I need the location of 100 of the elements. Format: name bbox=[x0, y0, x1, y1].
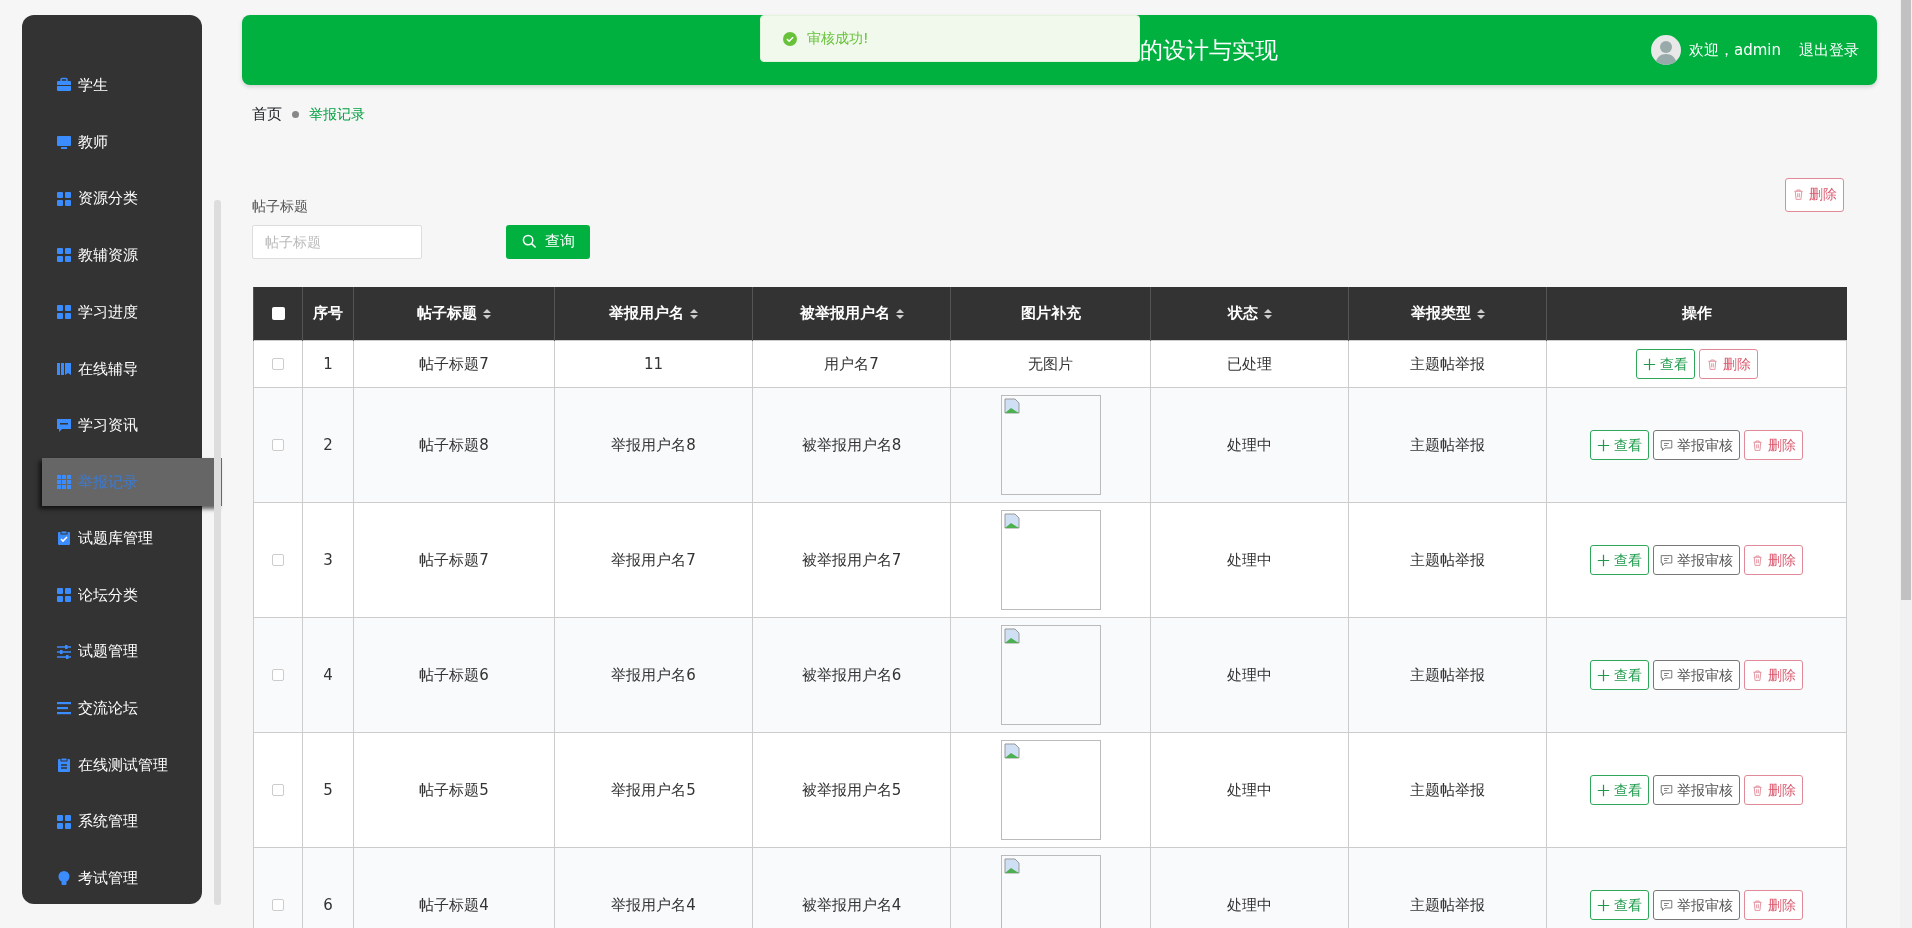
table-cell: 帖子标题4 bbox=[353, 847, 555, 928]
view-button[interactable]: 查看 bbox=[1590, 545, 1649, 575]
column-header[interactable]: 举报类型 bbox=[1348, 286, 1547, 341]
table-cell: 主题帖举报 bbox=[1348, 847, 1547, 928]
book-icon bbox=[56, 360, 72, 377]
table-cell: 帖子标题7 bbox=[353, 340, 555, 388]
table-cell: 举报用户名8 bbox=[554, 387, 753, 503]
review-button[interactable]: 举报审核 bbox=[1653, 545, 1740, 575]
table-cell: 主题帖举报 bbox=[1348, 732, 1547, 848]
column-header[interactable]: 举报用户名 bbox=[554, 286, 753, 341]
sidebar-item[interactable]: 在线辅导 bbox=[22, 340, 202, 398]
table-cell: 举报用户名4 bbox=[554, 847, 753, 928]
sidebar-item[interactable]: 学生 bbox=[22, 57, 202, 114]
review-button[interactable]: 举报审核 bbox=[1653, 890, 1740, 920]
column-header[interactable]: 状态 bbox=[1150, 286, 1349, 341]
sidebar-item[interactable]: 系统管理 bbox=[22, 793, 202, 850]
review-button[interactable]: 举报审核 bbox=[1653, 660, 1740, 690]
table-cell: 2 bbox=[302, 387, 354, 503]
clipboard-icon bbox=[56, 756, 72, 773]
plus-icon bbox=[1597, 783, 1610, 797]
comment-icon bbox=[1660, 553, 1673, 567]
trash-icon bbox=[1705, 357, 1719, 371]
sidebar-item[interactable]: 在线测试管理 bbox=[22, 736, 202, 794]
success-icon bbox=[783, 31, 797, 46]
sort-icon bbox=[483, 308, 491, 319]
delete-button[interactable]: 删除 bbox=[1744, 660, 1803, 690]
view-button[interactable]: 查看 bbox=[1590, 775, 1649, 805]
sidebar-item[interactable]: 资源分类 bbox=[22, 170, 202, 228]
table-cell: 4 bbox=[302, 617, 354, 733]
plus-icon bbox=[1597, 668, 1610, 682]
column-header[interactable]: 图片补充 bbox=[950, 286, 1151, 341]
field-label: 帖子标题 bbox=[252, 196, 309, 216]
table-cell: 处理中 bbox=[1150, 502, 1349, 618]
table-cell: 被举报用户名8 bbox=[752, 387, 951, 503]
sidebar-item[interactable]: 论坛分类 bbox=[22, 566, 202, 624]
delete-button[interactable]: 删除 bbox=[1698, 349, 1758, 379]
search-field[interactable]: 帖子标题 bbox=[252, 224, 422, 259]
list-icon bbox=[56, 700, 72, 717]
table-cell: 处理中 bbox=[1150, 732, 1349, 848]
scrollbar-thumb[interactable] bbox=[1901, 0, 1911, 600]
column-header[interactable]: 被举报用户名 bbox=[752, 286, 951, 341]
delete-button[interactable]: 删除 bbox=[1744, 775, 1803, 805]
page-title: 的设计与实现 bbox=[1140, 35, 1278, 65]
delete-button[interactable]: 删除 bbox=[1744, 890, 1803, 920]
row-checkbox[interactable] bbox=[272, 554, 284, 567]
review-button[interactable]: 举报审核 bbox=[1653, 430, 1740, 460]
table-cell: 被举报用户名6 bbox=[752, 617, 951, 733]
column-header[interactable]: 操作 bbox=[1546, 286, 1847, 341]
table-cell: 帖子标题7 bbox=[353, 502, 555, 618]
table-cell: 帖子标题6 bbox=[353, 617, 555, 733]
row-checkbox[interactable] bbox=[272, 358, 284, 371]
sidebar-item[interactable]: 教师 bbox=[22, 113, 202, 171]
sort-icon bbox=[1476, 308, 1485, 319]
trash-icon bbox=[1751, 668, 1764, 682]
table-cell: 1 bbox=[302, 340, 354, 388]
row-checkbox[interactable] bbox=[272, 439, 284, 452]
table-cell: 举报用户名5 bbox=[554, 732, 753, 848]
trash-icon bbox=[1751, 553, 1764, 567]
search-icon bbox=[521, 234, 537, 249]
chat-icon bbox=[56, 417, 72, 434]
table-cell: 主题帖举报 bbox=[1348, 617, 1547, 733]
table-cell: 已处理 bbox=[1150, 340, 1349, 388]
lightbulb-icon bbox=[56, 870, 72, 887]
row-checkbox[interactable] bbox=[272, 669, 284, 682]
review-button[interactable]: 举报审核 bbox=[1653, 775, 1740, 805]
sidebar-item[interactable]: 教辅资源 bbox=[22, 227, 202, 284]
plus-icon bbox=[1597, 438, 1610, 452]
sort-icon bbox=[895, 308, 904, 319]
comment-icon bbox=[1660, 783, 1673, 797]
view-button[interactable]: 查看 bbox=[1590, 430, 1649, 460]
delete-button[interactable]: 删除 bbox=[1744, 545, 1803, 575]
view-button[interactable]: 查看 bbox=[1590, 890, 1649, 920]
table-cell: 举报用户名7 bbox=[554, 502, 753, 618]
view-button[interactable]: 查看 bbox=[1590, 660, 1649, 690]
briefcase-icon bbox=[56, 77, 72, 94]
grid-icon bbox=[56, 586, 72, 603]
trash-icon bbox=[1751, 898, 1764, 912]
view-button[interactable]: 查看 bbox=[1635, 349, 1695, 379]
breadcrumb-item[interactable]: 首页 bbox=[252, 103, 282, 126]
sidebar-item[interactable]: 学习资讯 bbox=[22, 397, 202, 454]
sidebar-item[interactable]: 交流论坛 bbox=[22, 679, 202, 737]
broken-image-icon bbox=[1003, 628, 1020, 644]
sort-icon bbox=[690, 308, 698, 319]
comment-icon bbox=[1660, 438, 1673, 452]
column-header[interactable]: 序号 bbox=[302, 286, 354, 341]
toast-message: 审核成功! bbox=[807, 29, 869, 48]
row-checkbox[interactable] bbox=[272, 899, 284, 912]
sliders-icon bbox=[56, 643, 72, 660]
plus-icon bbox=[1597, 553, 1610, 567]
sidebar-item[interactable]: 学习进度 bbox=[22, 283, 202, 341]
row-checkbox[interactable] bbox=[272, 784, 284, 797]
sidebar-item[interactable]: 试题库管理 bbox=[22, 509, 202, 567]
column-header[interactable]: 帖子标题 bbox=[353, 286, 555, 341]
table-cell: 帖子标题5 bbox=[353, 732, 555, 848]
delete-button[interactable]: 删除 bbox=[1785, 177, 1844, 212]
grid-icon bbox=[56, 304, 72, 321]
delete-button[interactable]: 删除 bbox=[1744, 430, 1803, 460]
sidebar-item[interactable]: 试题管理 bbox=[22, 623, 202, 680]
select-all-checkbox[interactable] bbox=[271, 307, 285, 320]
sidebar-item[interactable]: 考试管理 bbox=[22, 849, 202, 907]
